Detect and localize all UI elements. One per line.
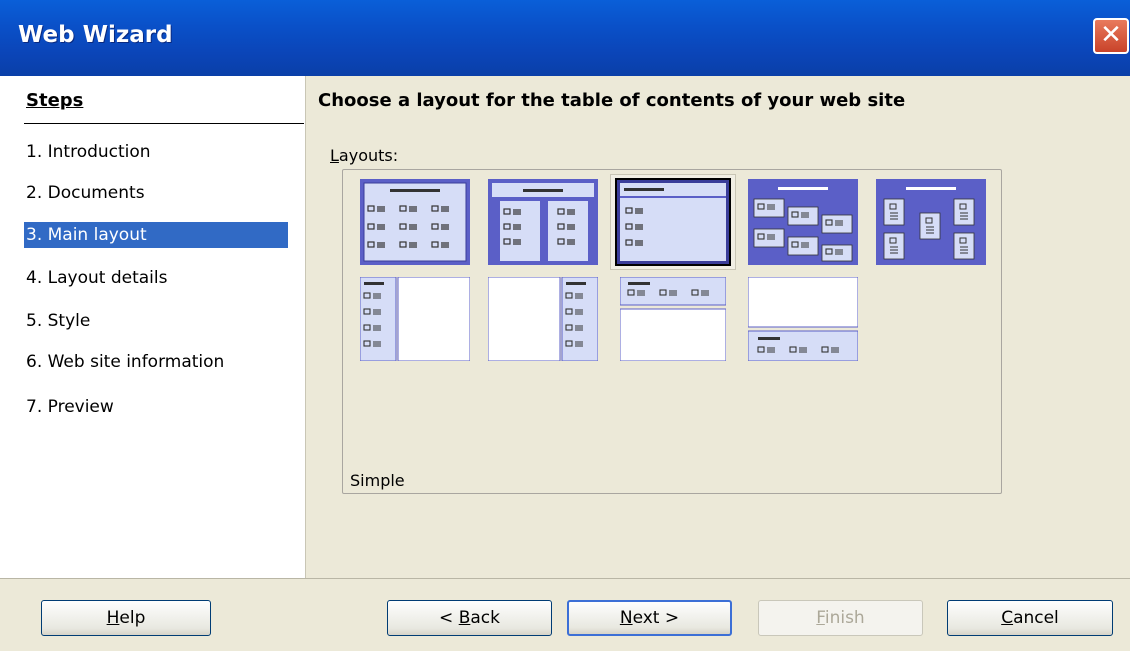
step-preview[interactable]: 7. Preview xyxy=(26,394,288,420)
next-button[interactable]: Next > xyxy=(567,600,732,636)
step-layout-details[interactable]: 4. Layout details xyxy=(26,265,288,291)
step-style[interactable]: 5. Style xyxy=(26,308,288,334)
step-main-layout[interactable]: 3. Main layout xyxy=(24,222,288,248)
layout-thumbnail-9[interactable] xyxy=(748,277,858,361)
layout-thumbnail-2[interactable] xyxy=(488,179,598,265)
layouts-label: Layouts: xyxy=(330,146,399,165)
layout-thumbnail-4[interactable] xyxy=(748,179,858,265)
layout-thumbnail-7[interactable] xyxy=(488,277,598,361)
layout-thumbnail-3-selected[interactable] xyxy=(610,174,736,270)
layout-thumbnail-5[interactable] xyxy=(876,179,986,265)
steps-heading: Steps xyxy=(26,90,84,111)
finish-button[interactable]: Finish xyxy=(758,600,923,636)
step-web-site-information[interactable]: 6. Web site information xyxy=(26,349,288,375)
selected-layout-name: Simple xyxy=(350,471,405,490)
footer-divider xyxy=(0,578,1130,579)
close-icon[interactable]: ✕ xyxy=(1093,18,1129,54)
title-bar[interactable]: Web Wizard ✕ xyxy=(0,0,1130,76)
page-title: Choose a layout for the table of content… xyxy=(318,90,906,111)
back-button[interactable]: < Back xyxy=(387,600,552,636)
layout-thumbnail-8[interactable] xyxy=(620,277,726,361)
cancel-button[interactable]: Cancel xyxy=(947,600,1113,636)
step-documents[interactable]: 2. Documents xyxy=(26,180,288,206)
layout-thumbnail-6[interactable] xyxy=(360,277,470,361)
window-title: Web Wizard xyxy=(18,22,173,48)
layout-thumbnail-1[interactable] xyxy=(360,179,470,265)
help-button[interactable]: Help xyxy=(41,600,211,636)
steps-divider xyxy=(24,123,304,124)
step-introduction[interactable]: 1. Introduction xyxy=(26,139,288,165)
